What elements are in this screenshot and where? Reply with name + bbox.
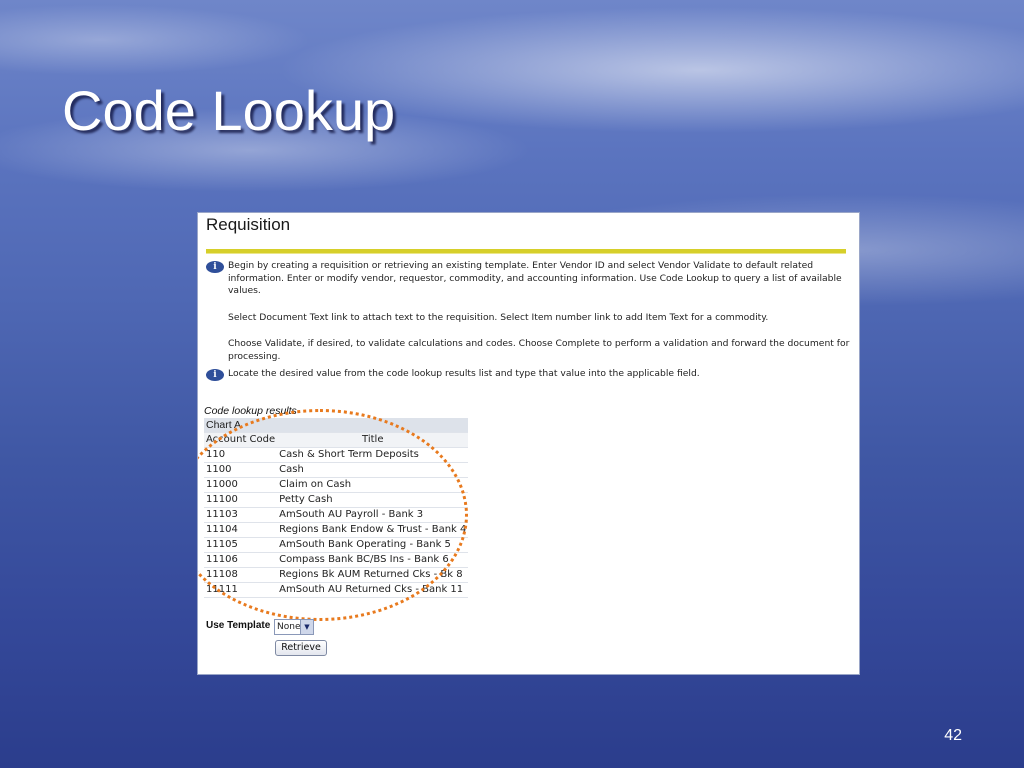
- account-code-cell: 1100: [204, 462, 278, 478]
- title-cell: Cash & Short Term Deposits: [277, 447, 469, 463]
- column-header-title: Title: [277, 432, 469, 448]
- table-header-row: Account Code Title: [204, 432, 469, 448]
- table-row: 11108 Regions Bk AUM Returned Cks - Bk 8: [204, 567, 469, 583]
- title-cell: Regions Bk AUM Returned Cks - Bk 8: [277, 567, 469, 583]
- table-row: 11000 Claim on Cash: [204, 477, 469, 493]
- title-cell: Cash: [277, 462, 469, 478]
- title-cell: Claim on Cash: [277, 477, 469, 493]
- heading-divider: [206, 249, 846, 254]
- table-row: 1100 Cash: [204, 462, 469, 478]
- table-row: 11100 Petty Cash: [204, 492, 469, 508]
- account-code-cell: 11103: [204, 507, 278, 523]
- table-row: 110 Cash & Short Term Deposits: [204, 447, 469, 463]
- account-code-cell: 11100: [204, 492, 278, 508]
- table-row: 11103 AmSouth AU Payroll - Bank 3: [204, 507, 469, 523]
- title-cell: Regions Bank Endow & Trust - Bank 4: [277, 522, 469, 538]
- table-row: 11106 Compass Bank BC/BS Ins - Bank 6: [204, 552, 469, 568]
- code-lookup-table: Chart A Account Code Title 110 Cash & Sho…: [204, 418, 469, 598]
- account-code-cell: 11106: [204, 552, 278, 568]
- title-cell: Compass Bank BC/BS Ins - Bank 6: [277, 552, 469, 568]
- page-title: Requisition: [206, 215, 291, 234]
- chart-label: Chart A: [204, 418, 469, 433]
- info-icon: i: [206, 261, 224, 273]
- account-code-cell: 11108: [204, 567, 278, 583]
- requisition-screenshot: Requisition i Begin by creating a requis…: [197, 212, 860, 675]
- instruction-paragraph: Begin by creating a requisition or retri…: [228, 260, 842, 296]
- account-code-cell: 11000: [204, 477, 278, 493]
- instructions-block: i Begin by creating a requisition or ret…: [206, 260, 851, 377]
- table-row: 11104 Regions Bank Endow & Trust - Bank 4: [204, 522, 469, 538]
- account-code-cell: 11104: [204, 522, 278, 538]
- title-cell: AmSouth AU Returned Cks - Bank 11: [277, 582, 469, 598]
- use-template-label: Use Template: [206, 620, 271, 631]
- info-icon: i: [206, 369, 224, 381]
- table-row: 11111 AmSouth AU Returned Cks - Bank 11: [204, 582, 469, 598]
- results-caption: Code lookup results: [204, 405, 297, 417]
- chevron-down-icon[interactable]: ▼: [300, 620, 313, 634]
- title-cell: Petty Cash: [277, 492, 469, 508]
- lookup-hint-text: Locate the desired value from the code l…: [228, 368, 700, 379]
- slide-number: 42: [944, 727, 962, 744]
- instruction-paragraph: Select Document Text link to attach text…: [228, 311, 769, 323]
- instruction-paragraph: Choose Validate, if desired, to validate…: [228, 338, 850, 362]
- account-code-cell: 110: [204, 447, 278, 463]
- chart-row: Chart A: [204, 418, 469, 433]
- lookup-hint-block: i Locate the desired value from the code…: [206, 368, 851, 395]
- retrieve-button[interactable]: Retrieve: [275, 640, 327, 656]
- account-code-cell: 11111: [204, 582, 278, 598]
- table-row: 11105 AmSouth Bank Operating - Bank 5: [204, 537, 469, 553]
- column-header-account-code: Account Code: [204, 432, 278, 448]
- account-code-cell: 11105: [204, 537, 278, 553]
- slide-title: Code Lookup: [62, 79, 396, 142]
- template-select[interactable]: None ▼: [274, 619, 314, 635]
- template-selected-value: None: [277, 622, 301, 632]
- title-cell: AmSouth Bank Operating - Bank 5: [277, 537, 469, 553]
- title-cell: AmSouth AU Payroll - Bank 3: [277, 507, 469, 523]
